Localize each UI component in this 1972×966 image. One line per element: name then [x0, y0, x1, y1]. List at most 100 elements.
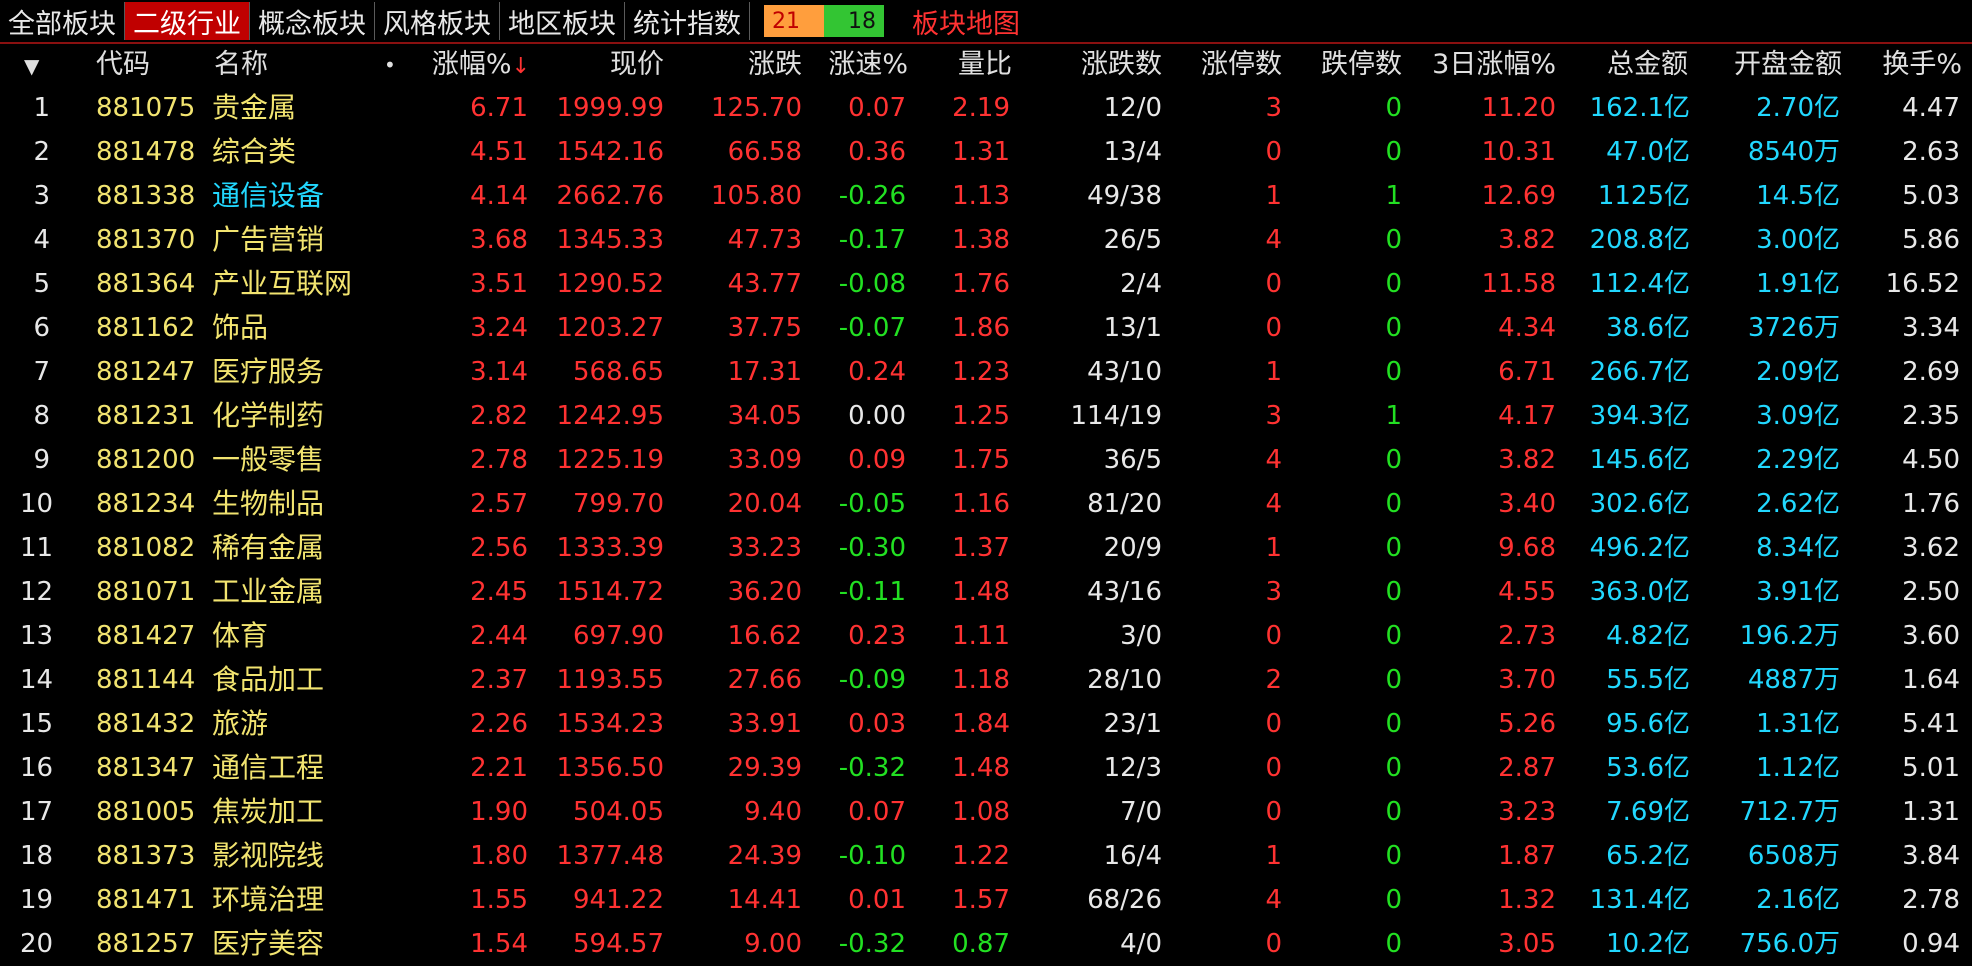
- row-limit-down: 0: [1385, 445, 1402, 475]
- row-price: 1333.39: [556, 533, 664, 563]
- row-name[interactable]: 贵金属: [212, 86, 382, 130]
- col-pct-sorted[interactable]: 涨幅%↓: [400, 44, 530, 86]
- table-row[interactable]: 8 881231 化学制药 2.82 1242.95 34.05 0.00 1.…: [0, 394, 1972, 438]
- row-three-day: 11.58: [1481, 269, 1556, 299]
- row-three-day: 3.05: [1498, 929, 1556, 959]
- row-limit-down: 0: [1385, 665, 1402, 695]
- row-pct: 2.44: [470, 621, 528, 651]
- table-row[interactable]: 5 881364 产业互联网 3.51 1290.52 43.77 -0.08 …: [0, 262, 1972, 306]
- row-price: 697.90: [573, 621, 664, 651]
- row-name[interactable]: 综合类: [212, 130, 382, 174]
- table-row[interactable]: 14 881144 食品加工 2.37 1193.55 27.66 -0.09 …: [0, 658, 1972, 702]
- table-row[interactable]: 7 881247 医疗服务 3.14 568.65 17.31 0.24 1.2…: [0, 350, 1972, 394]
- row-change: 33.91: [727, 709, 802, 739]
- row-name[interactable]: 食品加工: [212, 658, 382, 702]
- table-row[interactable]: 15 881432 旅游 2.26 1534.23 33.91 0.03 1.8…: [0, 702, 1972, 746]
- row-name[interactable]: 工业金属: [212, 570, 382, 614]
- row-name[interactable]: 广告营销: [212, 218, 382, 262]
- col-limit-up[interactable]: 涨停数: [1170, 44, 1282, 86]
- col-vol-ratio[interactable]: 量比: [930, 44, 1012, 86]
- row-vol-ratio: 1.13: [952, 181, 1010, 211]
- col-limit-down[interactable]: 跌停数: [1290, 44, 1402, 86]
- row-name[interactable]: 旅游: [212, 702, 382, 746]
- row-limit-down: 0: [1385, 489, 1402, 519]
- row-seq: 7: [33, 357, 50, 387]
- sector-map-link[interactable]: 板块地图: [912, 2, 1020, 41]
- tab-all-sectors[interactable]: 全部板块: [0, 2, 125, 40]
- row-name[interactable]: 生物制品: [212, 482, 382, 526]
- tab-style-sectors[interactable]: 风格板块: [375, 2, 500, 40]
- col-change[interactable]: 涨跌: [690, 44, 802, 86]
- row-turnover: 5.01: [1902, 753, 1960, 783]
- row-name[interactable]: 通信设备: [212, 174, 382, 218]
- table-row[interactable]: 18 881373 影视院线 1.80 1377.48 24.39 -0.10 …: [0, 834, 1972, 878]
- row-name[interactable]: 一般零售: [212, 438, 382, 482]
- row-name[interactable]: 医疗服务: [212, 350, 382, 394]
- row-total-amount: 266.7亿: [1589, 357, 1690, 387]
- row-code: 881373: [96, 841, 196, 871]
- table-row[interactable]: 11 881082 稀有金属 2.56 1333.39 33.23 -0.30 …: [0, 526, 1972, 570]
- table-row[interactable]: 3 881338 通信设备 4.14 2662.76 105.80 -0.26 …: [0, 174, 1972, 218]
- row-limit-up: 1: [1265, 841, 1282, 871]
- row-name[interactable]: 稀有金属: [212, 526, 382, 570]
- row-pct: 4.14: [470, 181, 528, 211]
- table-row[interactable]: 6 881162 饰品 3.24 1203.27 37.75 -0.07 1.8…: [0, 306, 1972, 350]
- row-name[interactable]: 体育: [212, 614, 382, 658]
- row-seq: 17: [20, 797, 54, 827]
- row-vol-ratio: 2.19: [952, 93, 1010, 123]
- row-turnover: 1.31: [1902, 797, 1960, 827]
- row-name[interactable]: 影视院线: [212, 834, 382, 878]
- row-price: 1542.16: [556, 137, 664, 167]
- column-menu-icon[interactable]: ▼: [24, 44, 54, 86]
- row-name[interactable]: 产业互联网: [212, 262, 382, 306]
- col-total-amount[interactable]: 总金额: [1580, 44, 1688, 86]
- table-row[interactable]: 10 881234 生物制品 2.57 799.70 20.04 -0.05 1…: [0, 482, 1972, 526]
- row-name[interactable]: 环境治理: [212, 878, 382, 922]
- col-three-day[interactable]: 3日涨幅%: [1400, 44, 1556, 86]
- row-name[interactable]: 医疗美容: [212, 922, 382, 966]
- row-name[interactable]: 化学制药: [212, 394, 382, 438]
- row-open-amount: 1.31亿: [1756, 709, 1840, 739]
- row-price: 1290.52: [556, 269, 664, 299]
- row-updown-count: 28/10: [1087, 665, 1162, 695]
- row-price: 1203.27: [556, 313, 664, 343]
- row-speed: -0.32: [838, 929, 906, 959]
- table-row[interactable]: 20 881257 医疗美容 1.54 594.57 9.00 -0.32 0.…: [0, 922, 1972, 966]
- tab-statistic-index[interactable]: 统计指数: [625, 2, 750, 40]
- table-row[interactable]: 16 881347 通信工程 2.21 1356.50 29.39 -0.32 …: [0, 746, 1972, 790]
- row-name[interactable]: 通信工程: [212, 746, 382, 790]
- row-turnover: 5.41: [1902, 709, 1960, 739]
- table-row[interactable]: 13 881427 体育 2.44 697.90 16.62 0.23 1.11…: [0, 614, 1972, 658]
- col-updown-count[interactable]: 涨跌数: [1050, 44, 1162, 86]
- tab-concept-sectors[interactable]: 概念板块: [250, 2, 375, 40]
- col-open-amount[interactable]: 开盘金额: [1700, 44, 1842, 86]
- row-turnover: 3.84: [1902, 841, 1960, 871]
- col-code[interactable]: 代码: [96, 44, 186, 86]
- row-name[interactable]: 焦炭加工: [212, 790, 382, 834]
- col-speed[interactable]: 涨速%: [800, 44, 908, 86]
- table-row[interactable]: 1 881075 贵金属 6.71 1999.99 125.70 0.07 2.…: [0, 86, 1972, 130]
- row-open-amount: 196.2万: [1739, 621, 1840, 651]
- table-row[interactable]: 19 881471 环境治理 1.55 941.22 14.41 0.01 1.…: [0, 878, 1972, 922]
- tab-region-sectors[interactable]: 地区板块: [500, 2, 625, 40]
- row-turnover: 5.86: [1902, 225, 1960, 255]
- row-change: 105.80: [711, 181, 802, 211]
- col-turnover[interactable]: 换手%: [1860, 44, 1962, 86]
- table-row[interactable]: 17 881005 焦炭加工 1.90 504.05 9.40 0.07 1.0…: [0, 790, 1972, 834]
- col-name[interactable]: 名称: [214, 44, 314, 86]
- row-code: 881234: [96, 489, 196, 519]
- row-vol-ratio: 1.31: [952, 137, 1010, 167]
- table-row[interactable]: 4 881370 广告营销 3.68 1345.33 47.73 -0.17 1…: [0, 218, 1972, 262]
- tab-secondary-industry[interactable]: 二级行业: [125, 2, 250, 40]
- col-price[interactable]: 现价: [540, 44, 664, 86]
- row-name[interactable]: 饰品: [212, 306, 382, 350]
- row-three-day: 1.87: [1498, 841, 1556, 871]
- table-row[interactable]: 9 881200 一般零售 2.78 1225.19 33.09 0.09 1.…: [0, 438, 1972, 482]
- row-price: 594.57: [573, 929, 664, 959]
- table-row[interactable]: 2 881478 综合类 4.51 1542.16 66.58 0.36 1.3…: [0, 130, 1972, 174]
- row-pct: 2.45: [470, 577, 528, 607]
- tab-bar: 全部板块 二级行业 概念板块 风格板块 地区板块 统计指数 21 18 板块地图: [0, 0, 1972, 42]
- row-limit-up: 4: [1265, 885, 1282, 915]
- row-change: 20.04: [727, 489, 802, 519]
- table-row[interactable]: 12 881071 工业金属 2.45 1514.72 36.20 -0.11 …: [0, 570, 1972, 614]
